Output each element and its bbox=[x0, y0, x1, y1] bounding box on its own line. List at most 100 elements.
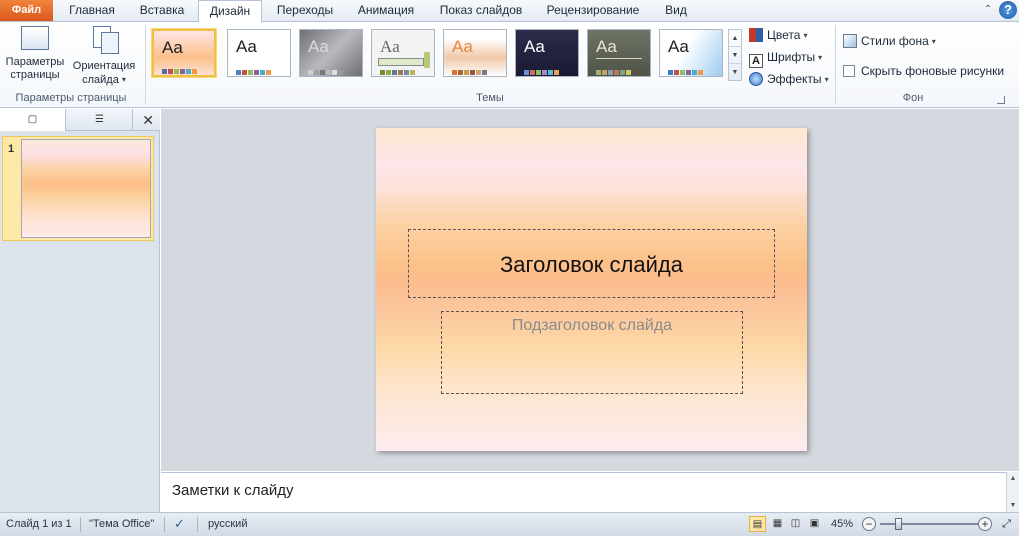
slide-orientation-button[interactable]: Ориентация слайда ▾ bbox=[68, 26, 140, 87]
notes-placeholder: Заметки к слайду bbox=[172, 482, 294, 499]
background-styles-label: Стили фона bbox=[861, 34, 929, 48]
theme-thumbnail[interactable]: Aa bbox=[515, 29, 579, 77]
theme-color-swatches bbox=[524, 64, 572, 75]
tab-transitions[interactable]: Переходы bbox=[266, 0, 344, 22]
chevron-down-icon: ▾ bbox=[803, 31, 808, 40]
status-divider bbox=[164, 517, 165, 532]
gallery-down-icon[interactable]: ▼ bbox=[729, 47, 741, 64]
ribbon: Параметры страницы Ориентация слайда ▾ Па… bbox=[0, 22, 1019, 108]
scroll-down-icon[interactable]: ▼ bbox=[1007, 499, 1019, 512]
tab-slideshow[interactable]: Показ слайдов bbox=[430, 0, 532, 22]
theme-thumbnail[interactable]: Aa bbox=[299, 29, 363, 77]
theme-color-swatches bbox=[668, 64, 716, 75]
slide[interactable]: Заголовок слайда Подзаголовок слайда bbox=[376, 128, 807, 451]
theme-glyph: Aa bbox=[308, 37, 329, 56]
tab-insert[interactable]: Вставка bbox=[128, 0, 196, 22]
notes-scrollbar[interactable]: ▲ ▼ bbox=[1006, 472, 1019, 512]
fonts-icon: A bbox=[749, 54, 763, 68]
title-placeholder[interactable]: Заголовок слайда bbox=[408, 229, 775, 298]
theme-status[interactable]: "Тема Office" bbox=[89, 513, 154, 535]
spellcheck-icon[interactable]: ✓ bbox=[174, 513, 185, 535]
tab-animation[interactable]: Анимация bbox=[348, 0, 424, 22]
theme-color-swatches bbox=[596, 64, 644, 75]
zoom-level[interactable]: 45% bbox=[831, 513, 853, 535]
normal-view-icon[interactable]: ▤ bbox=[749, 516, 766, 532]
theme-color-swatches bbox=[162, 63, 210, 74]
theme-color-swatches bbox=[308, 64, 356, 75]
slide-thumbnail-row[interactable]: 1 bbox=[2, 136, 154, 241]
effects-icon bbox=[749, 72, 763, 86]
theme-glyph: Aa bbox=[668, 37, 689, 56]
zoom-slider-thumb[interactable] bbox=[895, 518, 902, 530]
theme-thumbnail[interactable]: Aa bbox=[659, 29, 723, 77]
slides-tab-icon: ▢ bbox=[27, 114, 38, 125]
theme-colors-button[interactable]: Цвета ▾ bbox=[749, 26, 807, 44]
close-pane-icon[interactable]: ✕ bbox=[142, 109, 154, 131]
theme-glyph: Aa bbox=[236, 37, 257, 56]
background-styles-button[interactable]: Стили фона ▾ bbox=[843, 34, 936, 48]
theme-thumbnail[interactable]: Aa bbox=[587, 29, 651, 77]
theme-thumbnail[interactable]: Aa bbox=[227, 29, 291, 77]
tab-file[interactable]: Файл bbox=[0, 0, 53, 21]
slide-thumbnail[interactable] bbox=[21, 139, 151, 238]
chevron-down-icon: ▾ bbox=[931, 37, 936, 46]
tab-home[interactable]: Главная bbox=[56, 0, 128, 22]
reading-view-icon[interactable]: ◫ bbox=[787, 516, 804, 532]
slide-sorter-view-icon[interactable]: ▦ bbox=[769, 516, 786, 532]
slide-number: 1 bbox=[8, 143, 15, 155]
colors-icon bbox=[749, 28, 763, 42]
hide-background-label: Скрыть фоновые рисунки bbox=[861, 64, 1005, 78]
chevron-down-icon: ▾ bbox=[818, 53, 823, 62]
page-setup-icon bbox=[21, 26, 49, 50]
hide-background-checkbox[interactable] bbox=[843, 65, 855, 77]
language-status[interactable]: русский bbox=[208, 513, 247, 535]
notes-pane[interactable]: Заметки к слайду bbox=[161, 472, 1006, 512]
slideshow-view-icon[interactable]: ▣ bbox=[806, 516, 823, 532]
theme-glyph: Aa bbox=[380, 37, 400, 56]
theme-fonts-label: Шрифты bbox=[767, 50, 816, 64]
subtitle-placeholder[interactable]: Подзаголовок слайда bbox=[441, 311, 743, 394]
background-group-label: Фон bbox=[902, 92, 924, 104]
theme-thumbnail[interactable]: Aa bbox=[152, 29, 216, 77]
page-setup-button[interactable]: Параметры страницы bbox=[2, 26, 68, 82]
theme-thumbnail[interactable]: Aa bbox=[371, 29, 435, 77]
slides-tab[interactable]: ▢ bbox=[0, 109, 66, 131]
theme-effects-label: Эффекты bbox=[767, 72, 822, 86]
theme-fonts-button[interactable]: A Шрифты ▾ bbox=[749, 48, 823, 68]
tab-review[interactable]: Рецензирование bbox=[538, 0, 648, 22]
help-icon[interactable]: ? bbox=[999, 1, 1017, 19]
themes-gallery: Aa Aa Aa Aa Aa Aa Aa Aa bbox=[150, 29, 725, 83]
gallery-up-icon[interactable]: ▲ bbox=[729, 30, 741, 47]
theme-effects-button[interactable]: Эффекты ▾ bbox=[749, 70, 829, 88]
scroll-up-icon[interactable]: ▲ bbox=[1007, 472, 1019, 485]
group-divider bbox=[145, 25, 146, 105]
slide-count-status[interactable]: Слайд 1 из 1 bbox=[6, 513, 72, 535]
minimize-ribbon-icon[interactable]: ⌃ bbox=[979, 1, 997, 19]
theme-rule bbox=[596, 58, 642, 59]
hide-background-graphics[interactable]: Скрыть фоновые рисунки bbox=[843, 64, 1004, 78]
themes-group-label: Темы bbox=[476, 92, 504, 104]
ribbon-tab-bar: Файл Главная Вставка Дизайн Переходы Ани… bbox=[0, 0, 1019, 23]
tab-design[interactable]: Дизайн bbox=[198, 0, 262, 23]
zoom-in-icon[interactable]: + bbox=[978, 517, 992, 531]
group-divider bbox=[835, 25, 836, 105]
status-divider bbox=[80, 517, 81, 532]
status-bar: Слайд 1 из 1 "Тема Office" ✓ русский ▤ ▦… bbox=[0, 512, 1019, 536]
outline-tab[interactable]: ☰ bbox=[67, 109, 133, 131]
slide-orientation-icon bbox=[89, 26, 119, 54]
dialog-launcher-icon[interactable] bbox=[997, 96, 1005, 104]
themes-gallery-scroll: ▲ ▼ ▼ bbox=[728, 29, 742, 81]
theme-thumbnail[interactable]: Aa bbox=[443, 29, 507, 77]
chevron-down-icon: ▾ bbox=[824, 75, 829, 84]
gallery-more-icon[interactable]: ▼ bbox=[729, 64, 741, 81]
paint-bucket-icon bbox=[843, 34, 857, 48]
fit-slide-icon[interactable]: ⤢ bbox=[998, 516, 1015, 532]
theme-colors-label: Цвета bbox=[767, 28, 801, 42]
zoom-out-icon[interactable]: − bbox=[862, 517, 876, 531]
title-placeholder-text: Заголовок слайда bbox=[500, 252, 683, 277]
page-setup-group-label: Параметры страницы bbox=[15, 92, 127, 104]
page-setup-label: Параметры страницы bbox=[5, 56, 65, 81]
theme-glyph: Aa bbox=[596, 37, 617, 56]
theme-color-swatches bbox=[452, 64, 500, 75]
tab-view[interactable]: Вид bbox=[655, 0, 697, 22]
